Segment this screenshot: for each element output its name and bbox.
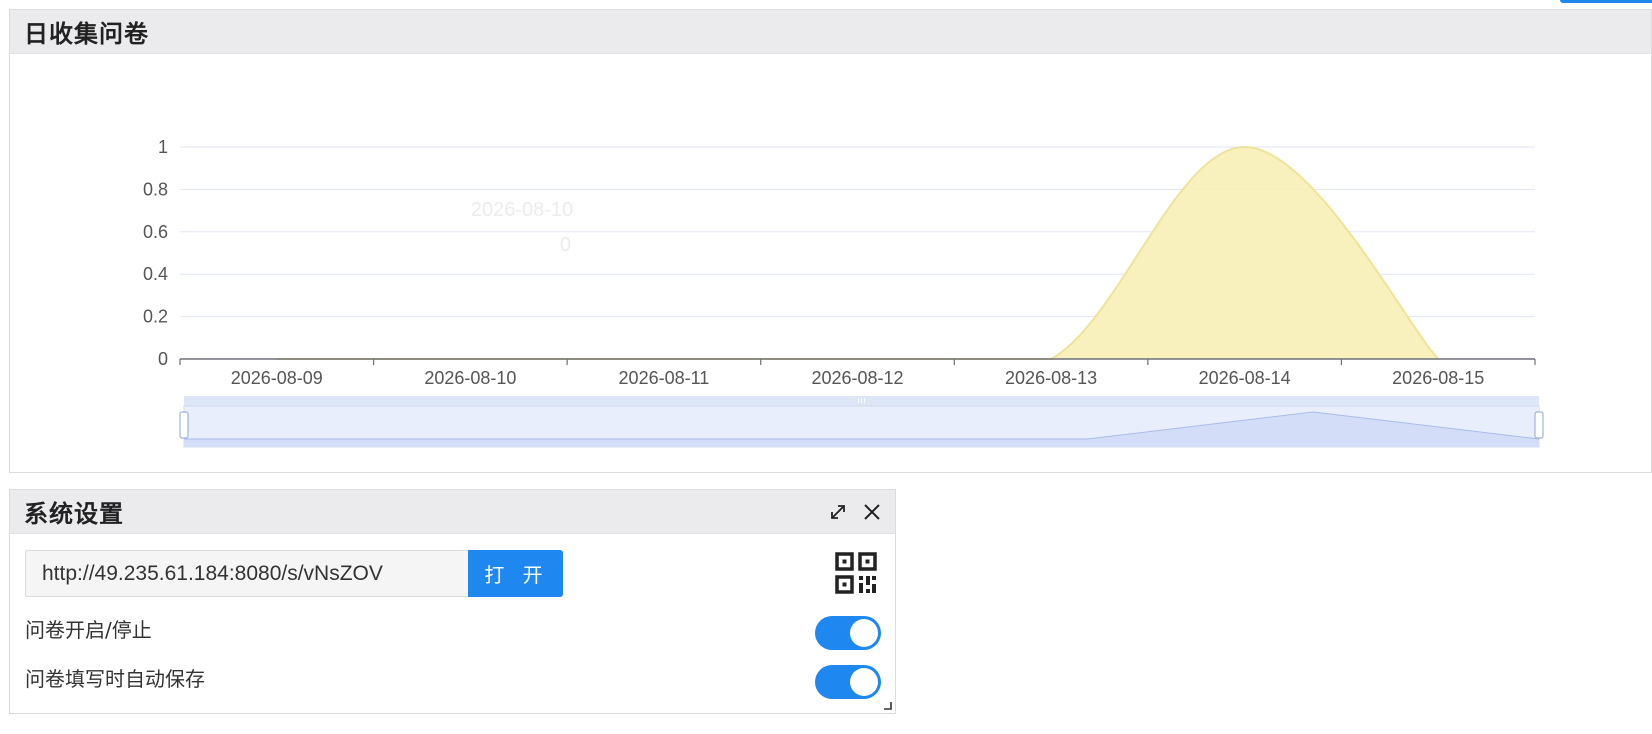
qr-code-icon[interactable] xyxy=(835,552,877,594)
settings-panel-header: 系统设置 xyxy=(10,490,895,534)
close-icon[interactable] xyxy=(861,501,883,523)
y-tick-label: 1 xyxy=(158,137,168,157)
tooltip-value: 0 xyxy=(560,234,571,256)
url-row: 打 开 xyxy=(25,550,563,597)
x-tick-label: 2026-08-11 xyxy=(619,368,710,388)
x-tick-label: 2026-08-10 xyxy=(424,368,516,388)
top-accent-bar xyxy=(1560,0,1652,3)
data-point xyxy=(1243,145,1247,149)
toggle-knob xyxy=(850,668,878,696)
data-zoom-slider[interactable] xyxy=(179,396,1544,448)
survey-open-stop-toggle[interactable] xyxy=(815,616,881,650)
toggle-autosave-label: 问卷填写时自动保存 xyxy=(25,667,205,691)
open-button[interactable]: 打 开 xyxy=(468,550,563,597)
x-tick-label: 2026-08-09 xyxy=(231,368,323,388)
toggle-open-stop-label: 问卷开启/停止 xyxy=(25,618,152,642)
daily-collection-chart[interactable]: 00.20.40.60.812026-08-09 2026-08-10 2026-0… xyxy=(10,54,1651,472)
daily-collection-panel: 日收集问卷 0 0.2 0.4 0.6 0.8 1 2026-08-09 2026-08-10… xyxy=(9,9,1652,473)
survey-url-field[interactable] xyxy=(25,550,468,597)
chart-panel-header: 日收集问卷 xyxy=(10,10,1651,54)
y-tick-label: 0 xyxy=(158,349,168,369)
survey-autosave-toggle[interactable] xyxy=(815,665,881,699)
toggle-knob xyxy=(850,619,878,647)
chart-tooltip: 2026-08-10 0 xyxy=(471,199,573,256)
settings-panel-title: 系统设置 xyxy=(24,500,124,528)
y-tick-label: 0.6 xyxy=(143,222,168,242)
zoom-handle-left xyxy=(179,411,189,439)
expand-icon[interactable] xyxy=(827,501,849,523)
y-tick-label: 0.8 xyxy=(143,179,168,199)
settings-header-actions xyxy=(827,490,883,534)
y-tick-label: 0.4 xyxy=(143,264,168,284)
chart-series xyxy=(276,145,1439,360)
x-tick-label: 2026-08-14 xyxy=(1199,368,1291,388)
x-tick-label: 2026-08-13 xyxy=(1005,368,1097,388)
system-settings-panel: 系统设置 打 开 xyxy=(9,489,896,714)
series-area xyxy=(276,147,1439,359)
chart-panel-title: 日收集问卷 xyxy=(24,20,149,48)
zoom-handle-right xyxy=(1534,411,1544,439)
tooltip-label: 2026-08-10 xyxy=(471,199,573,221)
resize-handle-icon[interactable] xyxy=(883,701,892,710)
x-tick-label: 2026-08-15 xyxy=(1392,368,1484,388)
y-tick-label: 0.2 xyxy=(143,307,168,327)
x-tick-label: 2026-08-12 xyxy=(811,368,903,388)
